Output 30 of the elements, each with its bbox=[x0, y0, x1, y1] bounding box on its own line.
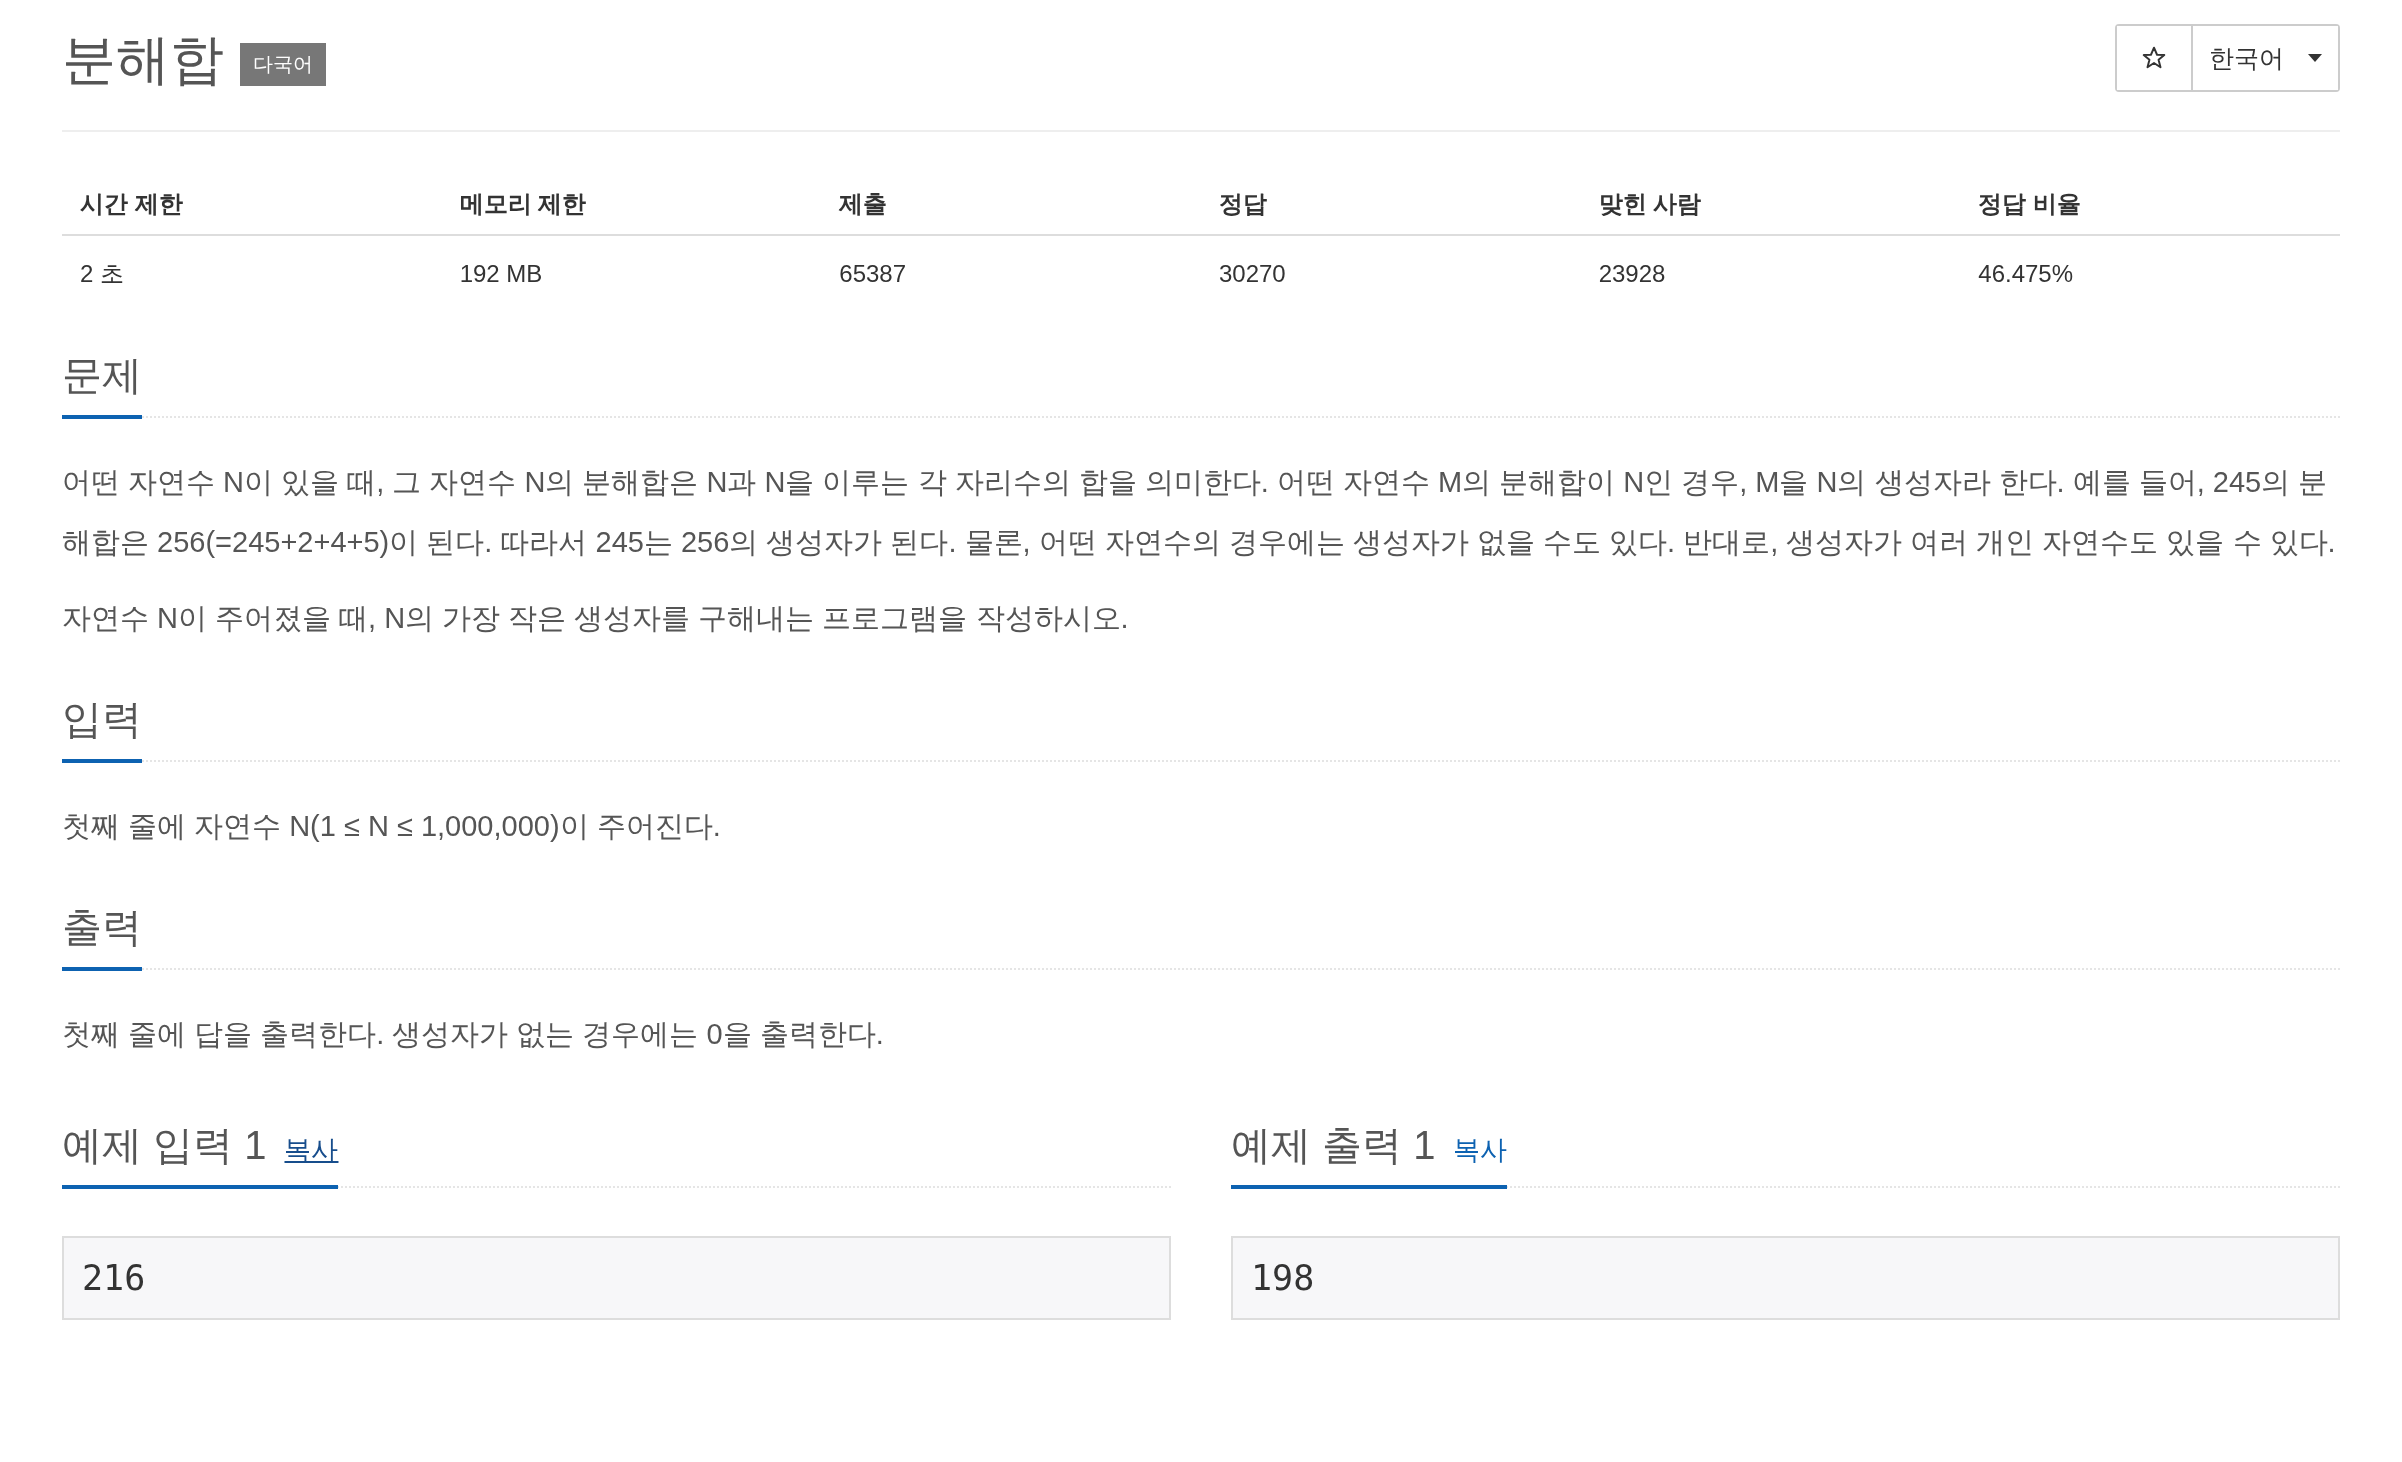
problem-title: 분해합 bbox=[62, 28, 224, 91]
table-cell: 2 초 bbox=[62, 235, 442, 304]
table-cell: 192 MB bbox=[441, 235, 822, 304]
sample-data-box: 216 bbox=[62, 1236, 1171, 1320]
table-cell: 65387 bbox=[821, 235, 1201, 304]
paragraph: 첫째 줄에 자연수 N(1 ≤ N ≤ 1,000,000)이 주어진다. bbox=[62, 809, 722, 844]
section-heading: 입력 bbox=[62, 674, 142, 763]
language-badge: 다국어 bbox=[240, 43, 326, 86]
sample-heading: 예제 입력 1 bbox=[62, 1122, 267, 1169]
table-cell: 23928 bbox=[1580, 235, 1961, 304]
column-header: 맞힌 사람 bbox=[1580, 174, 1961, 235]
copy-link[interactable]: 복사 bbox=[284, 1132, 339, 1168]
section-heading: 문제 bbox=[62, 330, 142, 419]
paragraph: 자연수 N이 주어졌을 때, N의 가장 작은 생성자를 구해내는 프로그램을 작성하시오. bbox=[62, 601, 1130, 636]
table-cell: 30270 bbox=[1200, 235, 1581, 304]
section-heading: 출력 bbox=[62, 882, 142, 971]
caret-icon bbox=[2308, 54, 2322, 62]
column-header: 정답 비율 bbox=[1960, 174, 2340, 235]
column-header: 시간 제한 bbox=[62, 174, 442, 235]
favorite-button[interactable] bbox=[2117, 26, 2193, 90]
sample-data-box: 198 bbox=[1231, 1236, 2340, 1320]
star-icon bbox=[2141, 45, 2167, 71]
copy-link[interactable]: 복사 bbox=[1453, 1132, 1508, 1168]
paragraph: 어떤 자연수 N이 있을 때, 그 자연수 N의 분해합은 N과 N을 이루는 각 자리수의 합을 의미한다. 어떤 자연수 M의 분해합이 N인 경우, M을 N의 생성자라 한다. 예를 들어, 245의 분해합은 256(=245+2+4+5)이 된다. 따라서 245는 256의 생성자가 된다. 물론, 어떤 자연수의 경우에는 생성자가 없을 수도 있다. 반대로, 생성자가 여러 개인 자연수도 있을 수 있다. bbox=[62, 465, 2337, 560]
column-header: 메모리 제한 bbox=[441, 174, 822, 235]
column-header: 정답 bbox=[1200, 174, 1581, 235]
table-cell: 46.475% bbox=[1960, 235, 2340, 304]
paragraph: 첫째 줄에 답을 출력한다. 생성자가 없는 경우에는 0을 출력한다. bbox=[62, 1017, 885, 1052]
sample-heading: 예제 출력 1 bbox=[1231, 1122, 1436, 1169]
column-header: 제출 bbox=[821, 174, 1201, 235]
